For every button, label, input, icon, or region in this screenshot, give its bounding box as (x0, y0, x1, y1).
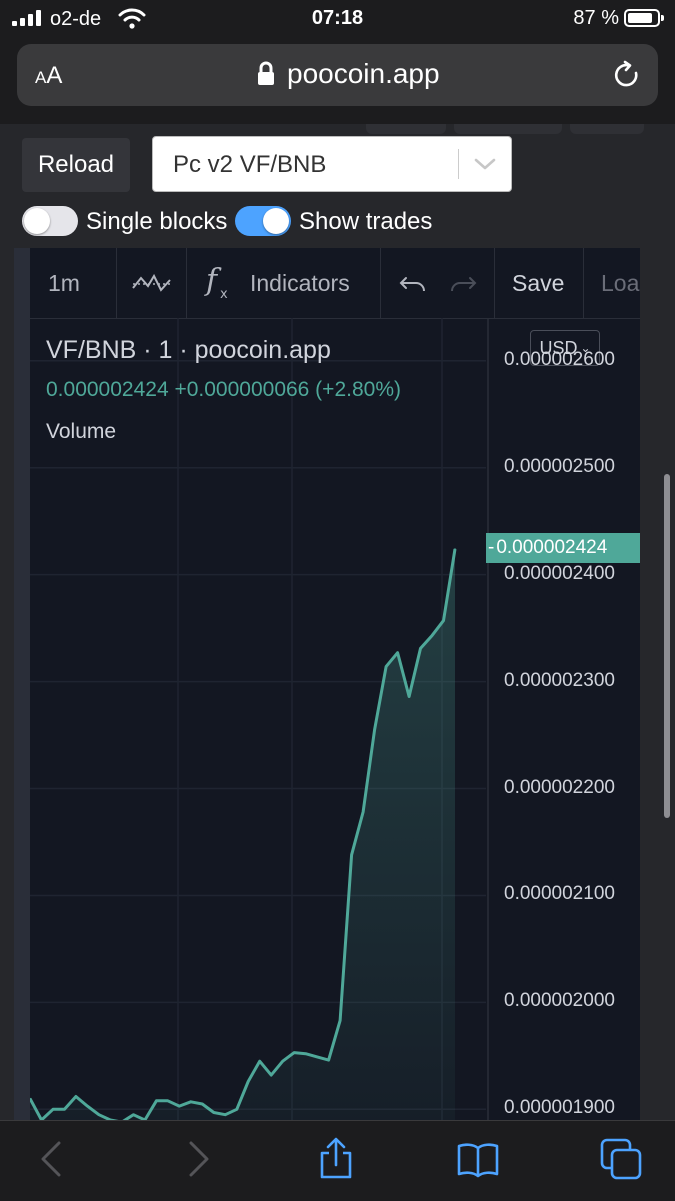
price-point (132, 1113, 135, 1116)
hidden-nav-tab (454, 124, 562, 134)
price-point (155, 1100, 158, 1102)
price-point (247, 1080, 249, 1083)
reload-icon[interactable] (612, 60, 642, 90)
price-point (201, 1103, 204, 1105)
toolbar-divider (380, 248, 381, 318)
forward-icon[interactable] (175, 1137, 219, 1181)
price-point (213, 1111, 215, 1114)
undo-icon[interactable] (398, 248, 428, 318)
toolbar-divider (494, 248, 495, 318)
toolbar-divider (186, 248, 187, 318)
toolbar-divider (583, 248, 584, 318)
select-divider (458, 149, 459, 179)
toggle-knob (24, 208, 50, 234)
price-point (431, 634, 433, 637)
share-icon[interactable] (314, 1137, 358, 1181)
y-tick-label: 0.000002500 (504, 455, 615, 477)
price-point (86, 1105, 89, 1107)
browser-toolbar (0, 1120, 675, 1201)
show-trades-toggle[interactable] (235, 206, 291, 236)
price-point (385, 665, 387, 668)
price-point (419, 647, 422, 650)
battery-percent: 87 % (573, 7, 619, 29)
toggle-knob (263, 208, 289, 234)
price-point (224, 1113, 227, 1116)
fx-icon[interactable]: f x (204, 248, 238, 318)
price-chart[interactable]: 1m f x Indicators Save Loa VF/BNB · 1 · … (14, 248, 640, 1120)
price-point (178, 1105, 181, 1107)
interval-button[interactable]: 1m (48, 248, 80, 318)
price-point (454, 548, 456, 550)
drawing-tools-strip[interactable] (14, 248, 30, 1120)
redo-icon[interactable] (448, 248, 478, 318)
tabs-icon[interactable] (599, 1137, 643, 1181)
single-blocks-toggle[interactable] (22, 206, 78, 236)
price-point (75, 1095, 77, 1098)
y-tick-label: 0.000002300 (504, 669, 615, 691)
y-tick-label: 0.000002100 (504, 883, 615, 905)
price-point (293, 1051, 296, 1054)
y-tick-label: 0.000001900 (504, 1097, 615, 1119)
last-price-label: - 0.000002424 (486, 532, 640, 563)
price-point (373, 728, 376, 731)
y-tick-label: 0.000002200 (504, 776, 615, 798)
chart-legend-price: 0.000002424 +0.000000066 (+2.80%) (46, 378, 401, 401)
pair-select[interactable]: Pc v2 VF/BNB (152, 136, 512, 192)
indicators-button[interactable]: Indicators (250, 248, 350, 318)
chart-type-icon[interactable] (130, 248, 174, 318)
url-text[interactable]: poocoin.app (287, 58, 440, 90)
back-icon[interactable] (31, 1137, 75, 1181)
y-tick-label: 0.000002000 (504, 990, 615, 1012)
chevron-down-icon[interactable] (473, 153, 497, 175)
price-point (350, 854, 353, 856)
pair-select-value: Pc v2 VF/BNB (173, 151, 327, 178)
price-point (304, 1052, 307, 1055)
volume-legend: Volume (46, 420, 117, 443)
chart-legend-title: VF/BNB · 1 · poocoin.app (46, 336, 331, 364)
price-point (236, 1108, 238, 1111)
price-point (98, 1113, 100, 1116)
save-button[interactable]: Save (512, 248, 564, 318)
toolbar-divider (116, 248, 117, 318)
show-trades-label: Show trades (299, 208, 433, 235)
status-bar: o2-de 07:18 87 % (0, 0, 675, 38)
price-point (396, 651, 399, 654)
text-size-button[interactable]: AA (35, 62, 62, 90)
price-point (408, 695, 410, 698)
price-point (270, 1074, 272, 1076)
hidden-nav-tab (366, 124, 446, 134)
price-point (63, 1108, 66, 1111)
price-point (327, 1059, 330, 1061)
price-point (281, 1060, 284, 1062)
price-point (167, 1100, 169, 1102)
price-point (52, 1108, 54, 1111)
reload-button[interactable]: Reload (22, 138, 130, 192)
battery-icon (624, 9, 664, 27)
price-point (258, 1060, 261, 1062)
price-point (442, 619, 445, 622)
web-page: Reload Pc v2 VF/BNB Single blocks Show t… (0, 124, 675, 1120)
svg-text:x: x (220, 287, 228, 302)
price-point (316, 1056, 319, 1058)
price-point (362, 811, 364, 813)
page-scrollbar[interactable] (664, 474, 670, 818)
load-button[interactable]: Load (601, 248, 640, 318)
address-bar[interactable]: AA poocoin.app (17, 44, 658, 106)
lock-icon (258, 61, 274, 85)
bookmarks-icon[interactable] (456, 1137, 500, 1181)
hidden-nav-tab (570, 124, 644, 134)
y-tick-label: 0.000002400 (504, 562, 615, 584)
price-point (190, 1101, 192, 1103)
y-tick-label: 0.000002600 (504, 348, 615, 370)
chart-toolbar: 1m f x Indicators Save Loa (30, 248, 640, 319)
price-area-fill (30, 549, 455, 1120)
single-blocks-label: Single blocks (86, 208, 228, 235)
price-point (339, 1019, 341, 1022)
